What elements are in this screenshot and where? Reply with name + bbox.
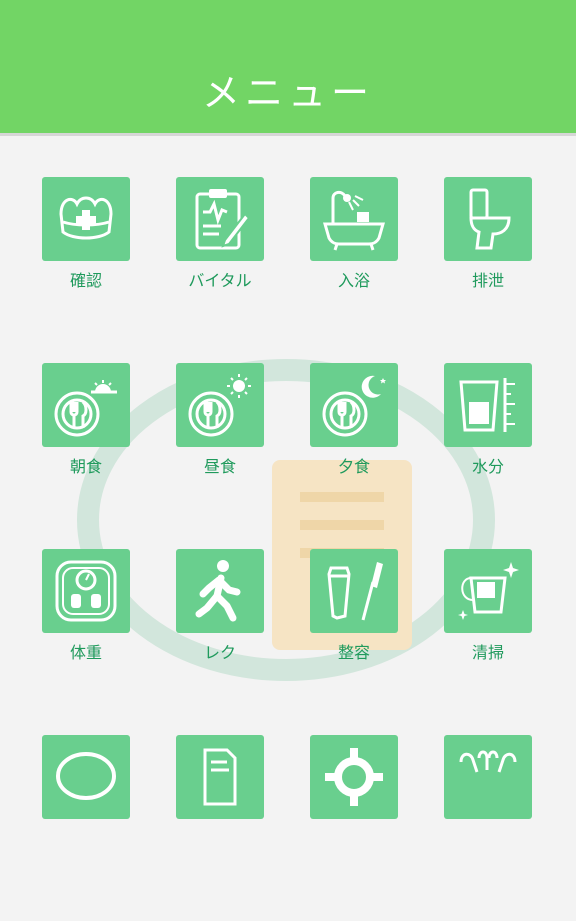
speech-bubble-icon: [56, 752, 116, 800]
tile-box: [444, 363, 532, 447]
menu-item-lunch[interactable]: 昼食: [176, 363, 264, 549]
vital-clipboard-icon: [195, 189, 251, 250]
nurse-cap-icon: [59, 196, 113, 240]
tile-box: [42, 177, 130, 261]
tile-box: [444, 177, 532, 261]
water-glass-icon: [459, 378, 515, 432]
menu-item-document[interactable]: [176, 735, 264, 921]
menu-item-recreation[interactable]: レク: [176, 549, 264, 735]
menu-item-bath[interactable]: 入浴: [310, 177, 398, 363]
menu-item-label: 体重: [69, 643, 102, 662]
menu-item-label: 整容: [337, 643, 370, 662]
bucket-icon: [458, 562, 519, 620]
menu-item-chat[interactable]: [42, 735, 130, 921]
menu-item-label: 水分: [471, 457, 504, 476]
tile-box: [310, 363, 398, 447]
menu-item-weight[interactable]: 体重: [42, 549, 130, 735]
dinner-icon: [322, 375, 386, 437]
menu-item-label: 昼食: [203, 457, 236, 476]
menu-item-confirm[interactable]: 確認: [42, 177, 130, 363]
tile-box: [444, 735, 532, 819]
tile-box: [176, 363, 264, 447]
menu-item-label: レク: [203, 643, 236, 662]
tile-box: [176, 735, 264, 819]
menu-item-label: バイタル: [188, 271, 252, 290]
tile-box: [176, 177, 264, 261]
menu-item-grooming[interactable]: 整容: [310, 549, 398, 735]
menu-item-toilet[interactable]: 排泄: [444, 177, 532, 363]
document-icon: [203, 748, 237, 806]
menu-item-label: 確認: [69, 271, 102, 290]
toilet-icon: [469, 188, 511, 250]
app-header: メニュー: [0, 0, 576, 136]
gear-icon: [325, 748, 383, 806]
toothbrush-icon: [327, 562, 383, 621]
tile-box: [42, 549, 130, 633]
tile-box: [42, 735, 130, 819]
tile-box: [444, 549, 532, 633]
menu-item-cleaning[interactable]: 清掃: [444, 549, 532, 735]
menu-item-label: 入浴: [337, 271, 370, 290]
lunch-icon: [188, 374, 251, 437]
walking-person-icon: [195, 560, 241, 622]
tile-box: [176, 549, 264, 633]
menu-item-breakfast[interactable]: 朝食: [42, 363, 130, 549]
tile-box: [310, 735, 398, 819]
menu-item-vital[interactable]: バイタル: [176, 177, 264, 363]
tile-box: [310, 549, 398, 633]
menu-item-settings[interactable]: [310, 735, 398, 921]
tile-box: [310, 177, 398, 261]
page-title: メニュー: [201, 71, 374, 115]
bathtub-icon: [323, 190, 385, 251]
menu-item-hands[interactable]: [444, 735, 532, 921]
breakfast-icon: [54, 380, 117, 437]
menu-item-label: 夕食: [337, 457, 370, 476]
menu-item-water[interactable]: 水分: [444, 363, 532, 549]
menu-item-label: 朝食: [69, 457, 102, 476]
menu-item-dinner[interactable]: 夕食: [310, 363, 398, 549]
tile-box: [42, 363, 130, 447]
menu-item-label: 排泄: [471, 271, 504, 290]
menu-grid: 確認 バイタル 入浴 排泄 朝食 昼食 夕食 水分 体重 レク 整容 清掃: [42, 177, 534, 921]
hands-icon: [459, 750, 517, 773]
weight-scale-icon: [55, 560, 117, 622]
menu-item-label: 清掃: [471, 643, 504, 662]
